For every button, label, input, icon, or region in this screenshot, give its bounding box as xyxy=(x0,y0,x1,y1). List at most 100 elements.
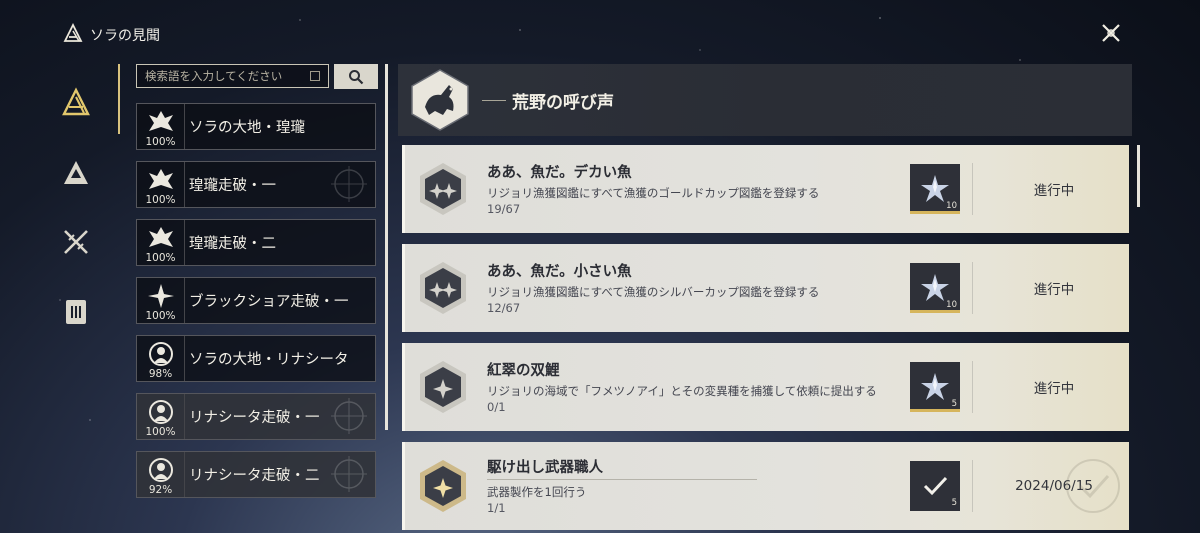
achievement-badge xyxy=(405,161,481,217)
category-percent: 100% xyxy=(145,252,176,264)
close-button[interactable] xyxy=(1098,20,1124,46)
category-icon: 100% xyxy=(137,278,185,323)
nav-item-records[interactable] xyxy=(54,290,98,334)
divider xyxy=(972,361,973,413)
achievement-title: ああ、魚だ。小さい魚 xyxy=(487,264,632,280)
search-icon xyxy=(349,69,364,84)
close-icon xyxy=(1102,24,1120,42)
category-list: 100% ソラの大地・瑝瓏 100% 瑝瓏走破・一 100% 瑝瓏走破・二 10… xyxy=(136,103,376,523)
category-scrollbar[interactable] xyxy=(385,64,388,430)
achievement-description: 武器製作を1回行う xyxy=(487,485,587,499)
reward-count: 5 xyxy=(951,498,957,508)
dragon-crest-icon xyxy=(148,227,173,247)
achievement-progress: 0/1 xyxy=(487,400,506,414)
shuriken-crest-icon xyxy=(147,284,174,308)
completed-stamp-icon xyxy=(1066,459,1120,513)
achievement-progress: 12/67 xyxy=(487,301,521,315)
search-button[interactable] xyxy=(334,64,378,89)
nav-active-indicator xyxy=(118,64,120,134)
divider xyxy=(972,163,973,215)
category-percent: 100% xyxy=(145,136,176,148)
category-percent: 92% xyxy=(148,484,173,496)
mountain-a-icon xyxy=(64,161,88,184)
category-item[interactable]: 98% ソラの大地・リナシータ xyxy=(136,335,376,382)
nav-item-exploration[interactable] xyxy=(54,150,98,194)
achievement-card[interactable]: 駆け出し武器職人 武器製作を1回行う 1/1 5 2024/06/15 xyxy=(402,442,1129,530)
sparkle-hexagon-icon xyxy=(420,361,466,413)
book-icon xyxy=(66,300,86,324)
title-underline xyxy=(487,479,757,480)
category-icon: 100% xyxy=(137,104,185,149)
achievement-title: ああ、魚だ。デカい魚 xyxy=(487,165,632,181)
category-banner: 荒野の呼び声 xyxy=(398,64,1132,136)
logo-icon xyxy=(62,22,84,48)
divider xyxy=(972,262,973,314)
achievement-title: 紅翠の双鯉 xyxy=(487,363,560,379)
category-label: リナシータ走破・一 xyxy=(189,410,320,426)
achievement-card[interactable]: ああ、魚だ。デカい魚 リジョリ漁獲図鑑にすべて漁獲のゴールドカップ図鑑を登録する… xyxy=(402,145,1129,233)
reward-item[interactable]: 10 xyxy=(910,263,960,313)
dragon-crest-icon xyxy=(148,169,173,189)
achievement-card[interactable]: 紅翠の双鯉 リジョリの海域で「フメツノアイ」とその変異種を捕獲して依頼に提出する… xyxy=(402,343,1129,431)
nav-item-combat[interactable] xyxy=(54,220,98,264)
category-label: ソラの大地・リナシータ xyxy=(189,352,349,368)
achievement-progress: 1/1 xyxy=(487,501,506,515)
star-crystal-icon xyxy=(921,373,949,400)
header: ソラの見聞 xyxy=(62,22,160,48)
achievement-progress: 19/67 xyxy=(487,202,521,216)
reward-rarity-bar xyxy=(910,409,960,412)
side-nav xyxy=(54,80,98,360)
category-item[interactable]: 92% リナシータ走破・二 xyxy=(136,451,376,498)
achievement-status: 進行中 xyxy=(1033,381,1075,397)
achievement-title: 駆け出し武器職人 xyxy=(487,460,603,476)
achievement-status: 進行中 xyxy=(1033,282,1075,298)
reward-item[interactable]: 5 xyxy=(910,362,960,412)
sparkle-hexagon-icon xyxy=(420,460,466,512)
page-title: ソラの見聞 xyxy=(90,28,160,44)
category-label: ソラの大地・瑝瓏 xyxy=(189,120,305,136)
dragon-crest-icon xyxy=(148,111,173,131)
maiden-crest-icon xyxy=(148,458,173,482)
search-field[interactable] xyxy=(136,64,329,88)
reward-rarity-bar xyxy=(910,211,960,214)
achievement-list: ああ、魚だ。デカい魚 リジョリ漁獲図鑑にすべて漁獲のゴールドカップ図鑑を登録する… xyxy=(402,145,1129,533)
category-label: 瑝瓏走破・二 xyxy=(189,236,276,252)
achievement-description: リジョリ漁獲図鑑にすべて漁獲のシルバーカップ図鑑を登録する xyxy=(487,285,820,299)
edit-icon xyxy=(310,71,320,81)
beast-emblem-icon xyxy=(411,69,469,131)
reward-rarity-bar xyxy=(910,310,960,313)
category-label: ブラックショア走破・一 xyxy=(189,294,349,310)
reward-count: 5 xyxy=(951,399,957,409)
category-label: リナシータ走破・二 xyxy=(189,468,320,484)
divider xyxy=(972,460,973,512)
category-icon: 100% xyxy=(137,394,185,439)
compass-watermark-icon xyxy=(331,166,367,202)
achievement-badge xyxy=(405,359,481,415)
achievement-status: 進行中 xyxy=(1033,183,1075,199)
category-percent: 100% xyxy=(145,194,176,206)
sparkle-hexagon-icon xyxy=(420,163,466,215)
reward-item-claimed[interactable]: 5 xyxy=(910,461,960,511)
achievement-description: リジョリ漁獲図鑑にすべて漁獲のゴールドカップ図鑑を登録する xyxy=(487,186,820,200)
category-percent: 100% xyxy=(145,310,176,322)
category-item[interactable]: 100% 瑝瓏走破・二 xyxy=(136,219,376,266)
category-icon: 100% xyxy=(137,220,185,265)
triangle-emblem-icon xyxy=(62,87,90,116)
category-item[interactable]: 100% ソラの大地・瑝瓏 xyxy=(136,103,376,150)
achievement-card[interactable]: ああ、魚だ。小さい魚 リジョリ漁獲図鑑にすべて漁獲のシルバーカップ図鑑を登録する… xyxy=(402,244,1129,332)
achievement-description: リジョリの海域で「フメツノアイ」とその変異種を捕獲して依頼に提出する xyxy=(487,384,877,398)
compass-watermark-icon xyxy=(331,456,367,492)
achievement-scrollbar[interactable] xyxy=(1137,145,1140,207)
search-input[interactable] xyxy=(145,69,310,83)
category-percent: 100% xyxy=(145,426,176,438)
category-item[interactable]: 100% リナシータ走破・一 xyxy=(136,393,376,440)
reward-count: 10 xyxy=(946,201,957,211)
category-icon: 98% xyxy=(137,336,185,381)
category-icon: 92% xyxy=(137,452,185,497)
category-emblem xyxy=(398,64,482,136)
category-item[interactable]: 100% ブラックショア走破・一 xyxy=(136,277,376,324)
reward-item[interactable]: 10 xyxy=(910,164,960,214)
achievement-badge xyxy=(405,260,481,316)
nav-item-sola-exploration[interactable] xyxy=(54,80,98,124)
category-item[interactable]: 100% 瑝瓏走破・一 xyxy=(136,161,376,208)
